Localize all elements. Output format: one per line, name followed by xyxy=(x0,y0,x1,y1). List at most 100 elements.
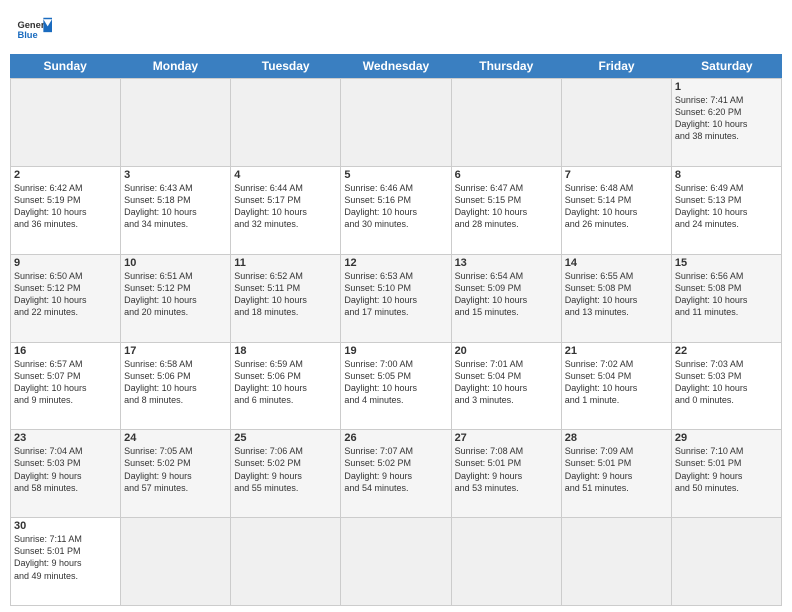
calendar-cell: 24Sunrise: 7:05 AM Sunset: 5:02 PM Dayli… xyxy=(121,430,231,518)
calendar-cell xyxy=(341,518,451,606)
calendar-cell: 5Sunrise: 6:46 AM Sunset: 5:16 PM Daylig… xyxy=(341,167,451,255)
day-number: 19 xyxy=(344,345,447,357)
day-number: 28 xyxy=(565,432,668,444)
calendar-cell: 18Sunrise: 6:59 AM Sunset: 5:06 PM Dayli… xyxy=(231,343,341,431)
cell-sun-info: Sunrise: 6:46 AM Sunset: 5:16 PM Dayligh… xyxy=(344,182,447,231)
cell-sun-info: Sunrise: 6:58 AM Sunset: 5:06 PM Dayligh… xyxy=(124,358,227,407)
day-number: 8 xyxy=(675,169,778,181)
calendar-cell: 3Sunrise: 6:43 AM Sunset: 5:18 PM Daylig… xyxy=(121,167,231,255)
weekday-header: Wednesday xyxy=(341,54,451,78)
calendar-cell: 23Sunrise: 7:04 AM Sunset: 5:03 PM Dayli… xyxy=(11,430,121,518)
cell-sun-info: Sunrise: 6:49 AM Sunset: 5:13 PM Dayligh… xyxy=(675,182,778,231)
cell-sun-info: Sunrise: 7:11 AM Sunset: 5:01 PM Dayligh… xyxy=(14,533,117,582)
day-number: 20 xyxy=(455,345,558,357)
cell-sun-info: Sunrise: 7:01 AM Sunset: 5:04 PM Dayligh… xyxy=(455,358,558,407)
cell-sun-info: Sunrise: 7:05 AM Sunset: 5:02 PM Dayligh… xyxy=(124,445,227,494)
cell-sun-info: Sunrise: 7:41 AM Sunset: 6:20 PM Dayligh… xyxy=(675,94,778,143)
calendar-row: 9Sunrise: 6:50 AM Sunset: 5:12 PM Daylig… xyxy=(11,255,782,343)
calendar-cell: 14Sunrise: 6:55 AM Sunset: 5:08 PM Dayli… xyxy=(562,255,672,343)
cell-sun-info: Sunrise: 6:55 AM Sunset: 5:08 PM Dayligh… xyxy=(565,270,668,319)
cell-sun-info: Sunrise: 7:00 AM Sunset: 5:05 PM Dayligh… xyxy=(344,358,447,407)
weekday-header: Monday xyxy=(120,54,230,78)
day-number: 24 xyxy=(124,432,227,444)
cell-sun-info: Sunrise: 6:59 AM Sunset: 5:06 PM Dayligh… xyxy=(234,358,337,407)
calendar-cell: 15Sunrise: 6:56 AM Sunset: 5:08 PM Dayli… xyxy=(672,255,782,343)
day-number: 11 xyxy=(234,257,337,269)
day-number: 21 xyxy=(565,345,668,357)
calendar-cell: 12Sunrise: 6:53 AM Sunset: 5:10 PM Dayli… xyxy=(341,255,451,343)
day-number: 14 xyxy=(565,257,668,269)
calendar-cell: 13Sunrise: 6:54 AM Sunset: 5:09 PM Dayli… xyxy=(452,255,562,343)
day-number: 7 xyxy=(565,169,668,181)
cell-sun-info: Sunrise: 7:08 AM Sunset: 5:01 PM Dayligh… xyxy=(455,445,558,494)
cell-sun-info: Sunrise: 6:51 AM Sunset: 5:12 PM Dayligh… xyxy=(124,270,227,319)
day-number: 25 xyxy=(234,432,337,444)
calendar-cell: 1Sunrise: 7:41 AM Sunset: 6:20 PM Daylig… xyxy=(672,79,782,167)
calendar-cell xyxy=(121,79,231,167)
calendar-row: 30Sunrise: 7:11 AM Sunset: 5:01 PM Dayli… xyxy=(11,518,782,606)
cell-sun-info: Sunrise: 6:50 AM Sunset: 5:12 PM Dayligh… xyxy=(14,270,117,319)
calendar-cell: 22Sunrise: 7:03 AM Sunset: 5:03 PM Dayli… xyxy=(672,343,782,431)
logo: General Blue xyxy=(16,12,52,48)
day-number: 29 xyxy=(675,432,778,444)
calendar-row: 1Sunrise: 7:41 AM Sunset: 6:20 PM Daylig… xyxy=(11,79,782,167)
day-number: 27 xyxy=(455,432,558,444)
weekday-header: Saturday xyxy=(672,54,782,78)
cell-sun-info: Sunrise: 6:52 AM Sunset: 5:11 PM Dayligh… xyxy=(234,270,337,319)
cell-sun-info: Sunrise: 7:02 AM Sunset: 5:04 PM Dayligh… xyxy=(565,358,668,407)
calendar-cell: 9Sunrise: 6:50 AM Sunset: 5:12 PM Daylig… xyxy=(11,255,121,343)
calendar-row: 16Sunrise: 6:57 AM Sunset: 5:07 PM Dayli… xyxy=(11,343,782,431)
calendar-cell: 30Sunrise: 7:11 AM Sunset: 5:01 PM Dayli… xyxy=(11,518,121,606)
calendar-cell: 28Sunrise: 7:09 AM Sunset: 5:01 PM Dayli… xyxy=(562,430,672,518)
calendar-cell: 27Sunrise: 7:08 AM Sunset: 5:01 PM Dayli… xyxy=(452,430,562,518)
cell-sun-info: Sunrise: 6:56 AM Sunset: 5:08 PM Dayligh… xyxy=(675,270,778,319)
day-number: 1 xyxy=(675,81,778,93)
cell-sun-info: Sunrise: 7:06 AM Sunset: 5:02 PM Dayligh… xyxy=(234,445,337,494)
calendar-body: 1Sunrise: 7:41 AM Sunset: 6:20 PM Daylig… xyxy=(10,78,782,606)
weekday-header: Thursday xyxy=(451,54,561,78)
cell-sun-info: Sunrise: 6:47 AM Sunset: 5:15 PM Dayligh… xyxy=(455,182,558,231)
cell-sun-info: Sunrise: 6:53 AM Sunset: 5:10 PM Dayligh… xyxy=(344,270,447,319)
calendar-cell: 4Sunrise: 6:44 AM Sunset: 5:17 PM Daylig… xyxy=(231,167,341,255)
calendar-cell: 25Sunrise: 7:06 AM Sunset: 5:02 PM Dayli… xyxy=(231,430,341,518)
calendar-cell: 20Sunrise: 7:01 AM Sunset: 5:04 PM Dayli… xyxy=(452,343,562,431)
day-number: 12 xyxy=(344,257,447,269)
calendar-cell xyxy=(231,518,341,606)
calendar-row: 23Sunrise: 7:04 AM Sunset: 5:03 PM Dayli… xyxy=(11,430,782,518)
day-number: 16 xyxy=(14,345,117,357)
calendar-cell xyxy=(562,518,672,606)
cell-sun-info: Sunrise: 6:54 AM Sunset: 5:09 PM Dayligh… xyxy=(455,270,558,319)
calendar-cell: 8Sunrise: 6:49 AM Sunset: 5:13 PM Daylig… xyxy=(672,167,782,255)
cell-sun-info: Sunrise: 6:43 AM Sunset: 5:18 PM Dayligh… xyxy=(124,182,227,231)
calendar-cell: 2Sunrise: 6:42 AM Sunset: 5:19 PM Daylig… xyxy=(11,167,121,255)
calendar-cell: 17Sunrise: 6:58 AM Sunset: 5:06 PM Dayli… xyxy=(121,343,231,431)
cell-sun-info: Sunrise: 7:03 AM Sunset: 5:03 PM Dayligh… xyxy=(675,358,778,407)
day-number: 18 xyxy=(234,345,337,357)
calendar-cell: 19Sunrise: 7:00 AM Sunset: 5:05 PM Dayli… xyxy=(341,343,451,431)
day-number: 17 xyxy=(124,345,227,357)
calendar-cell: 6Sunrise: 6:47 AM Sunset: 5:15 PM Daylig… xyxy=(452,167,562,255)
day-number: 9 xyxy=(14,257,117,269)
calendar-row: 2Sunrise: 6:42 AM Sunset: 5:19 PM Daylig… xyxy=(11,167,782,255)
calendar-cell xyxy=(562,79,672,167)
calendar-cell: 16Sunrise: 6:57 AM Sunset: 5:07 PM Dayli… xyxy=(11,343,121,431)
day-number: 3 xyxy=(124,169,227,181)
day-number: 22 xyxy=(675,345,778,357)
logo-icon: General Blue xyxy=(16,12,52,48)
weekday-header: Sunday xyxy=(10,54,120,78)
cell-sun-info: Sunrise: 6:48 AM Sunset: 5:14 PM Dayligh… xyxy=(565,182,668,231)
calendar-cell xyxy=(452,518,562,606)
weekday-header: Tuesday xyxy=(231,54,341,78)
day-number: 6 xyxy=(455,169,558,181)
calendar-cell: 7Sunrise: 6:48 AM Sunset: 5:14 PM Daylig… xyxy=(562,167,672,255)
day-number: 4 xyxy=(234,169,337,181)
calendar: SundayMondayTuesdayWednesdayThursdayFrid… xyxy=(0,54,792,612)
calendar-cell: 11Sunrise: 6:52 AM Sunset: 5:11 PM Dayli… xyxy=(231,255,341,343)
calendar-cell xyxy=(672,518,782,606)
calendar-cell xyxy=(11,79,121,167)
day-number: 13 xyxy=(455,257,558,269)
calendar-cell xyxy=(121,518,231,606)
day-number: 15 xyxy=(675,257,778,269)
weekday-header: Friday xyxy=(561,54,671,78)
day-number: 10 xyxy=(124,257,227,269)
